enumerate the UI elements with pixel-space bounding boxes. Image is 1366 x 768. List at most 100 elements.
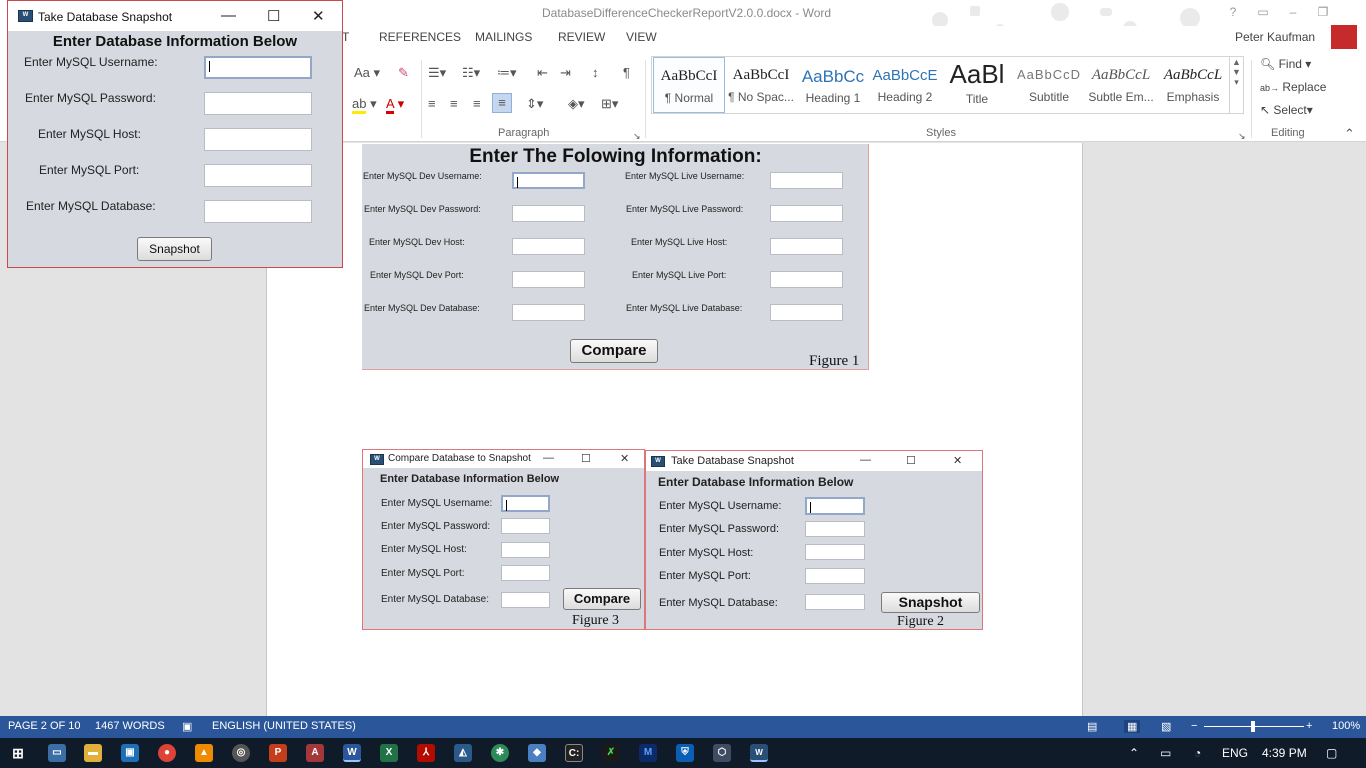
style-normal[interactable]: AaBbCcI ¶ Normal — [653, 57, 725, 113]
style-heading-1[interactable]: AaBbCc Heading 1 — [797, 57, 869, 113]
increase-indent-icon[interactable]: ⇥ — [560, 64, 571, 82]
windows-start-icon[interactable]: ⊞ — [9, 744, 27, 762]
command-prompt-icon[interactable]: C: — [565, 744, 583, 762]
virtualbox-icon[interactable]: ◆ — [528, 744, 546, 762]
live-password-label: Enter MySQL Live Password: — [626, 204, 744, 214]
multilevel-list-icon[interactable]: ≔▾ — [497, 64, 517, 82]
tab-review[interactable]: REVIEW — [558, 30, 605, 44]
decrease-indent-icon[interactable]: ⇤ — [537, 64, 548, 82]
wifi-icon[interactable]: ◔ — [1194, 746, 1201, 760]
zoom-out-icon[interactable]: − — [1191, 720, 1197, 732]
select-button[interactable]: ↖ Select▾ — [1260, 103, 1313, 117]
bullets-icon[interactable]: ☰▾ — [428, 64, 446, 82]
security-shield-icon[interactable]: ⛨ — [676, 744, 694, 762]
style-subtle-emphasis[interactable]: AaBbCcL Subtle Em... — [1085, 57, 1157, 113]
font-color-icon[interactable]: A ▾ — [386, 95, 404, 114]
ribbon-display-icon[interactable]: ▭ — [1250, 2, 1276, 22]
port-label: Enter MySQL Port: — [381, 568, 465, 579]
malwarebytes-icon[interactable]: M — [639, 744, 657, 762]
web-layout-icon[interactable]: ▧ — [1161, 720, 1171, 733]
user-avatar[interactable] — [1331, 25, 1357, 49]
acrobat-icon[interactable]: ⅄ — [417, 744, 435, 762]
vlc-icon[interactable]: ▲ — [195, 744, 213, 762]
style-subtitle[interactable]: AaBbCcD Subtitle — [1013, 57, 1085, 113]
word-count[interactable]: 1467 WORDS — [95, 720, 165, 732]
input-language[interactable]: ENG — [1222, 746, 1248, 760]
language-status[interactable]: ENGLISH (UNITED STATES) — [212, 720, 356, 732]
username-field — [501, 495, 550, 512]
close-icon[interactable]: ✕ — [312, 7, 325, 25]
excel-icon[interactable]: X — [380, 744, 398, 762]
password-input[interactable] — [204, 92, 312, 115]
notifications-icon[interactable]: ▢ — [1326, 746, 1337, 760]
java-app-taskbar-icon[interactable]: W — [750, 744, 768, 762]
database-input[interactable] — [204, 200, 312, 223]
highlight-color-icon[interactable]: ab ▾ — [352, 95, 377, 114]
numbering-icon[interactable]: ☷▾ — [462, 64, 480, 82]
align-center-icon[interactable]: ≡ — [450, 95, 458, 113]
host-input[interactable] — [204, 128, 312, 151]
file-explorer-icon[interactable]: ▭ — [48, 744, 66, 762]
show-hidden-icons-icon[interactable]: ⌃ — [1129, 746, 1139, 760]
access-icon[interactable]: A — [306, 744, 324, 762]
dev-username-field — [512, 172, 585, 189]
tab-view[interactable]: VIEW — [626, 30, 657, 44]
align-right-icon[interactable]: ≡ — [473, 95, 481, 113]
snapshot-window-titlebar[interactable]: W Take Database Snapshot — ☐ ✕ — [8, 1, 342, 31]
style-no-spacing[interactable]: AaBbCcI ¶ No Spac... — [725, 57, 797, 113]
mysql-workbench-icon[interactable]: ◭ — [454, 744, 472, 762]
replace-button[interactable]: ab→ Replace — [1260, 80, 1326, 94]
chrome-icon[interactable]: ● — [158, 744, 176, 762]
clear-formatting-icon[interactable]: ✎ — [398, 64, 409, 82]
maximize-icon[interactable]: ☐ — [267, 7, 280, 25]
port-input[interactable] — [204, 164, 312, 187]
live-username-label: Enter MySQL Live Username: — [625, 171, 745, 181]
tab-references[interactable]: REFERENCES — [379, 30, 461, 44]
username-input[interactable] — [204, 56, 312, 79]
zoom-level[interactable]: 100% — [1332, 720, 1360, 732]
package-icon[interactable]: ⬡ — [713, 744, 731, 762]
proofing-icon[interactable]: ▣ — [182, 720, 192, 733]
tab-partial[interactable]: T — [342, 30, 349, 44]
minimize-icon[interactable]: — — [221, 7, 236, 24]
folder-icon[interactable]: ▬ — [84, 744, 102, 762]
zoom-slider-thumb[interactable] — [1251, 721, 1255, 732]
powerpoint-icon[interactable]: P — [269, 744, 287, 762]
obs-icon[interactable]: ◎ — [232, 744, 250, 762]
replace-label: Replace — [1282, 80, 1327, 94]
figure-3-window-title: Compare Database to Snapshot — [388, 453, 531, 464]
gitkraken-icon[interactable]: ✱ — [491, 744, 509, 762]
style-emphasis[interactable]: AaBbCcL Emphasis — [1157, 57, 1229, 113]
port-field — [805, 568, 865, 584]
restore-icon[interactable]: ❐ — [1310, 2, 1336, 22]
minimize-icon[interactable]: – — [1280, 2, 1306, 22]
shading-icon[interactable]: ◈▾ — [568, 95, 585, 113]
read-mode-icon[interactable]: ▤ — [1087, 720, 1097, 733]
live-username-field — [770, 172, 843, 189]
sort-icon[interactable]: ↕ — [592, 64, 599, 82]
collapse-ribbon-icon[interactable]: ⌃ — [1344, 125, 1355, 143]
battery-icon[interactable]: ▭ — [1160, 746, 1171, 760]
styles-scroll-buttons[interactable]: ▲ ▼ ▾ — [1229, 57, 1243, 113]
word-icon[interactable]: W — [343, 744, 361, 762]
change-case-button[interactable]: Aa ▾ — [354, 64, 380, 82]
style-heading-2[interactable]: AaBbCcE Heading 2 — [869, 57, 941, 113]
clock-time[interactable]: 4:39 PM — [1262, 746, 1307, 760]
align-left-icon[interactable]: ≡ — [428, 95, 436, 113]
xampp-icon[interactable]: ✗ — [602, 744, 620, 762]
print-layout-icon[interactable]: ▦ — [1124, 720, 1141, 733]
page-count[interactable]: PAGE 2 OF 10 — [8, 720, 81, 732]
borders-icon[interactable]: ⊞▾ — [601, 95, 618, 113]
store-icon[interactable]: ▣ — [121, 744, 139, 762]
style-title[interactable]: AaBl Title — [941, 57, 1013, 113]
help-icon[interactable]: ? — [1220, 2, 1246, 22]
zoom-in-icon[interactable]: + — [1306, 720, 1312, 732]
show-formatting-icon[interactable]: ¶ — [623, 64, 630, 82]
justify-icon[interactable]: ≡ — [492, 93, 512, 113]
user-name[interactable]: Peter Kaufman — [1235, 30, 1315, 44]
line-spacing-icon[interactable]: ⇕▾ — [526, 95, 543, 113]
find-button[interactable]: 🔍︎ Find ▾ — [1260, 57, 1311, 71]
tab-mailings[interactable]: MAILINGS — [475, 30, 532, 44]
paragraph-group-label: Paragraph — [498, 127, 550, 139]
snapshot-button[interactable]: Snapshot — [137, 237, 212, 261]
